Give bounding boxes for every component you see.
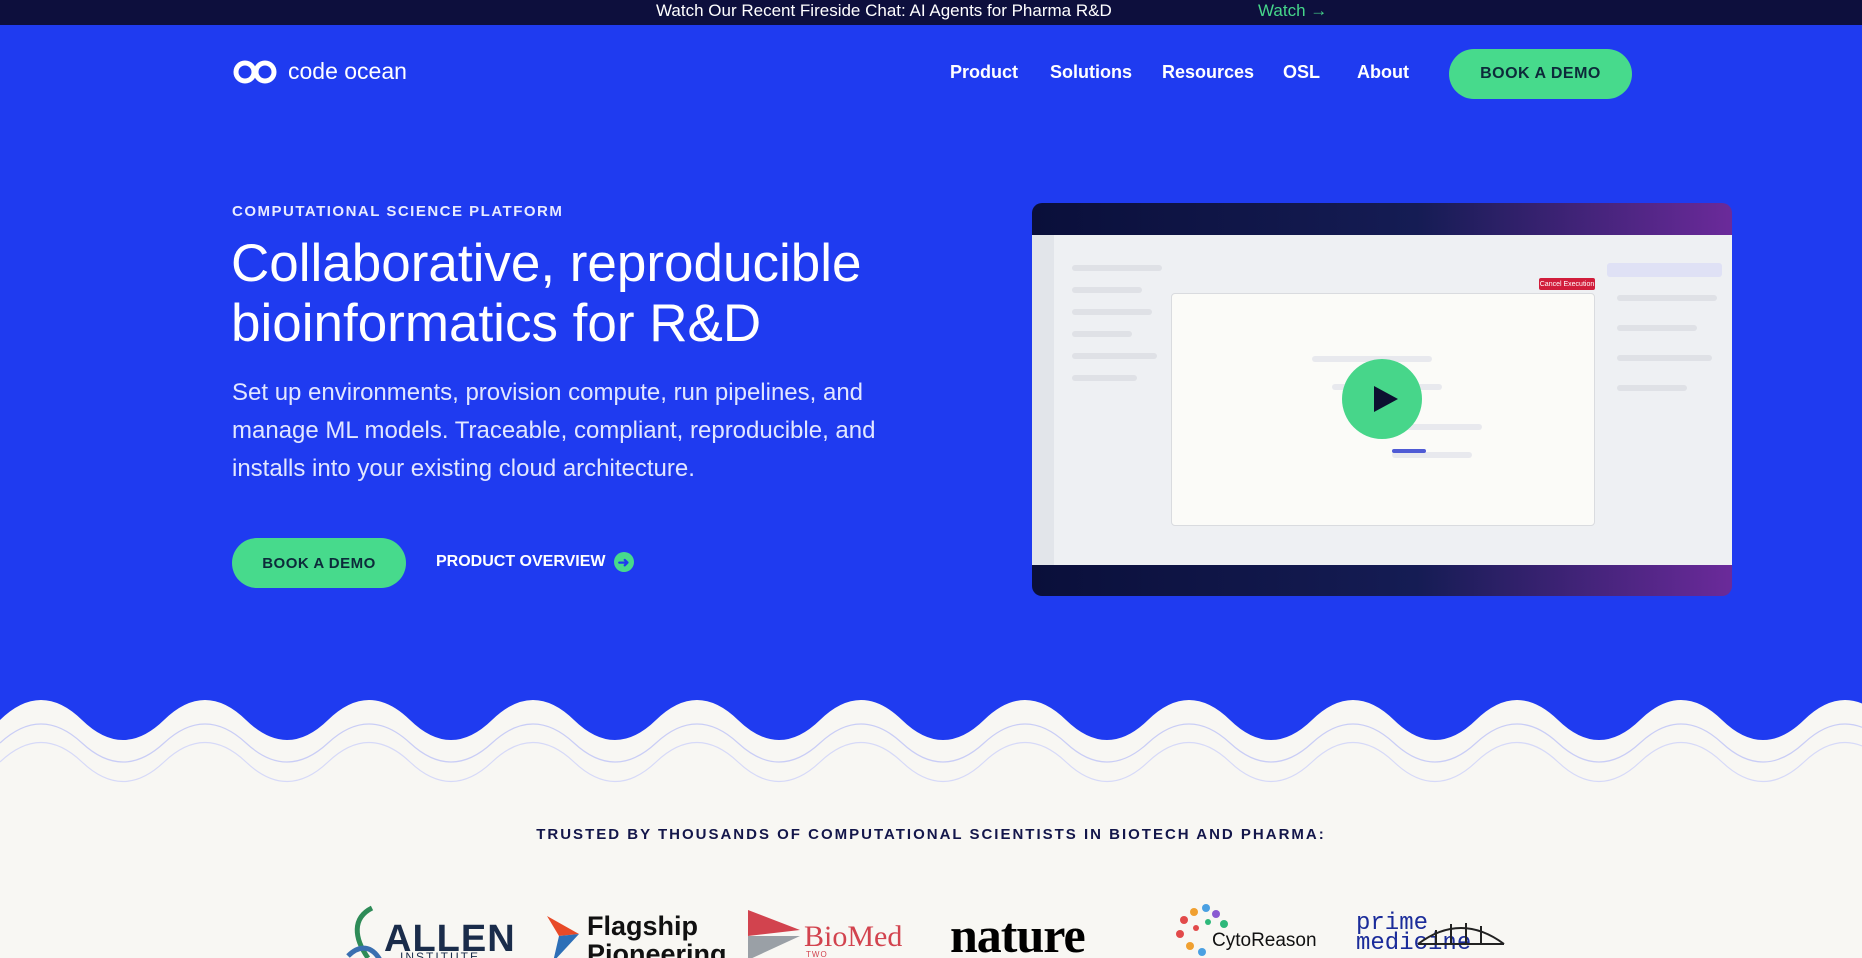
arrow-right-circle-icon: ➜ [613,552,634,572]
brand-logo[interactable]: code ocean [232,58,407,85]
biomedx-mark-icon [748,910,800,958]
biomedx-sub: TWO WORLDS · ONE INSTITUTE [806,950,828,958]
hero-book-demo-button[interactable]: BOOK A DEMO [232,538,406,588]
cytoreason-name: CytoReason [1212,930,1317,951]
video-text-line [1617,385,1687,391]
play-icon [1373,386,1398,412]
video-text-line [1617,355,1712,361]
video-text-line [1072,353,1157,359]
nav-item-resources[interactable]: Resources [1162,62,1254,83]
trusted-heading: TRUSTED BY THOUSANDS OF COMPUTATIONAL SC… [536,826,1326,843]
wave-divider [0,700,1862,795]
product-overview-label: PRODUCT OVERVIEW [436,553,606,570]
progress-bar [1392,449,1426,453]
customer-logos: ALLEN INSTITUTE Flagship Pioneering BioM… [0,900,1862,958]
hero-eyebrow: COMPUTATIONAL SCIENCE PLATFORM [232,203,564,220]
hero-subtitle-line-3: installs into your existing cloud archit… [232,455,695,482]
video-sidebar [1032,235,1054,565]
nav-item-solutions[interactable]: Solutions [1050,62,1132,83]
announcement-message: Watch Our Recent Fireside Chat: AI Agent… [656,1,1112,20]
nature-name: nature [950,907,1086,958]
flagship-line-1: Flagship [587,911,699,941]
video-text-line [1072,309,1152,315]
flagship-line-2: Pioneering [587,939,727,958]
nav-item-about[interactable]: About [1357,62,1409,83]
allen-mark-icon [346,905,382,958]
product-overview-link[interactable]: PRODUCT OVERVIEW ➜ [436,552,634,572]
video-text-line [1072,265,1162,271]
flagship-mark-icon [547,916,579,958]
hero-headline: Collaborative, reproducible bioinformati… [231,234,931,354]
nav-item-osl[interactable]: OSL [1283,62,1320,83]
cancel-execution-badge: Cancel Execution [1539,278,1595,290]
hero-headline-line-2: bioinformatics for R&D [231,294,762,353]
hero-subtitle-line-1: Set up environments, provision compute, … [232,379,864,406]
code-ocean-logo-icon [233,60,277,83]
nav-item-product[interactable]: Product [950,62,1018,83]
announcement-bar: Watch Our Recent Fireside Chat: AI Agent… [0,0,1862,25]
video-text-line [1072,375,1137,381]
hero-subtitle: Set up environments, provision compute, … [232,374,892,488]
video-side-panel-header [1607,263,1722,277]
flagship-name: Flagship Pioneering [587,912,727,958]
video-text-line [1072,287,1142,293]
hero-headline-line-1: Collaborative, reproducible [231,234,862,293]
video-text-line [1617,325,1697,331]
video-text-line [1072,331,1132,337]
play-button[interactable] [1342,359,1422,439]
video-text-line [1617,295,1717,301]
header-book-demo-button[interactable]: BOOK A DEMO [1449,49,1632,99]
allen-sub: INSTITUTE [400,950,480,958]
hero-subtitle-line-2: manage ML models. Traceable, compliant, … [232,417,876,444]
brand-name: code ocean [288,58,407,84]
announcement-watch-link[interactable]: Watch → [1258,1,1327,21]
bridge-icon [1417,923,1505,945]
